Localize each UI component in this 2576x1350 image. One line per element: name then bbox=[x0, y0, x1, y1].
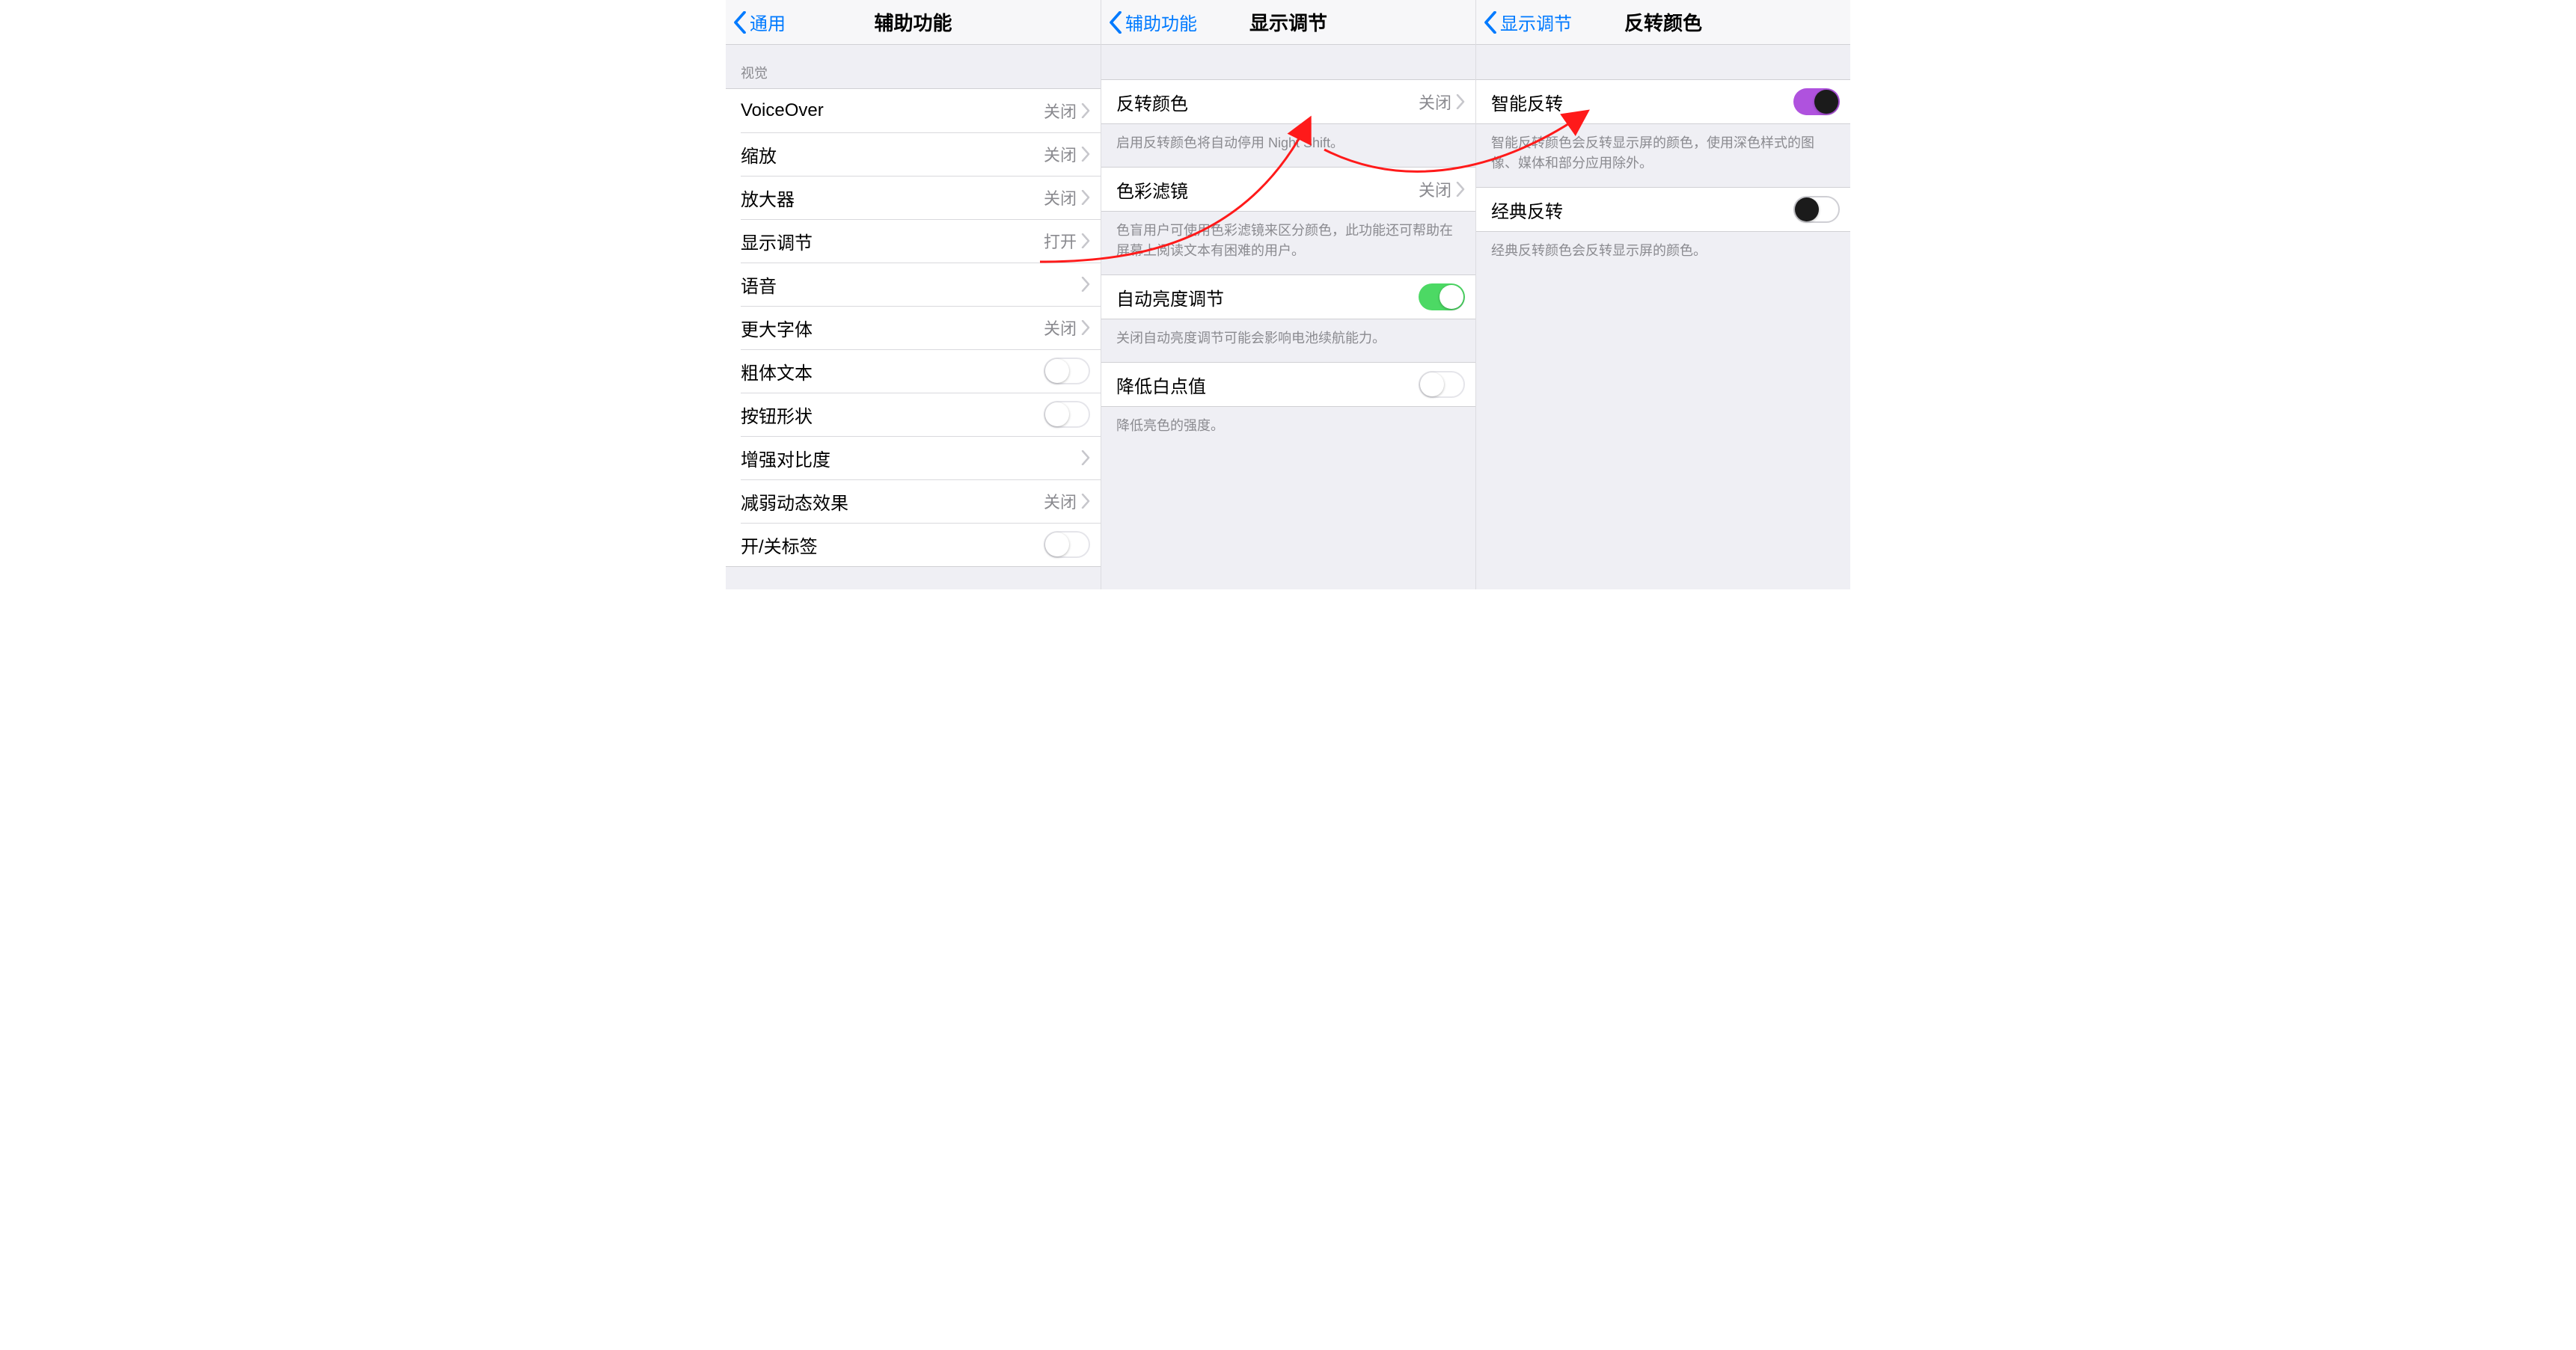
back-label: 显示调节 bbox=[1500, 9, 1572, 35]
settings-list: VoiceOver 关闭 缩放 关闭 放大器 关闭 显示调节 打开 bbox=[726, 88, 1101, 567]
chevron-right-icon bbox=[1081, 147, 1090, 162]
navbar: 显示调节 反转颜色 bbox=[1476, 0, 1850, 45]
row-label: 反转颜色 bbox=[1116, 89, 1188, 115]
row-value: 关闭 bbox=[1044, 99, 1077, 123]
row-smart-invert[interactable]: 智能反转 bbox=[1476, 80, 1850, 123]
back-label: 通用 bbox=[750, 9, 786, 35]
chevron-left-icon bbox=[1109, 11, 1122, 34]
row-classic-invert[interactable]: 经典反转 bbox=[1476, 188, 1850, 231]
row-label: 增强对比度 bbox=[741, 445, 830, 471]
row-label: 经典反转 bbox=[1491, 197, 1563, 223]
row-value: 关闭 bbox=[1044, 185, 1077, 209]
row-increase-contrast[interactable]: 增强对比度 bbox=[726, 436, 1101, 479]
row-onoff-labels[interactable]: 开/关标签 bbox=[726, 523, 1101, 566]
navbar: 辅助功能 显示调节 bbox=[1101, 0, 1475, 45]
row-label: 智能反转 bbox=[1491, 89, 1563, 115]
row-label: 降低白点值 bbox=[1116, 372, 1206, 398]
chevron-right-icon bbox=[1456, 94, 1465, 109]
row-voiceover[interactable]: VoiceOver 关闭 bbox=[726, 89, 1101, 132]
toggle-classic-invert[interactable] bbox=[1793, 196, 1840, 223]
chevron-right-icon bbox=[1081, 233, 1090, 248]
row-bold-text[interactable]: 粗体文本 bbox=[726, 349, 1101, 393]
row-value: 关闭 bbox=[1419, 177, 1451, 201]
back-button[interactable]: 辅助功能 bbox=[1101, 9, 1197, 35]
row-auto-brightness[interactable]: 自动亮度调节 bbox=[1101, 275, 1475, 319]
chevron-left-icon bbox=[1484, 11, 1497, 34]
toggle-bold-text[interactable] bbox=[1044, 358, 1090, 384]
row-value: 关闭 bbox=[1044, 489, 1077, 513]
chevron-left-icon bbox=[733, 11, 747, 34]
row-label: 开/关标签 bbox=[741, 532, 818, 558]
chevron-right-icon bbox=[1081, 320, 1090, 335]
row-magnifier[interactable]: 放大器 关闭 bbox=[726, 176, 1101, 219]
list: 智能反转 bbox=[1476, 79, 1850, 124]
list: 经典反转 bbox=[1476, 187, 1850, 232]
toggle-button-shapes[interactable] bbox=[1044, 401, 1090, 428]
row-larger-text[interactable]: 更大字体 关闭 bbox=[726, 306, 1101, 349]
footer-white-point: 降低亮色的强度。 bbox=[1101, 407, 1475, 450]
footer-classic-invert: 经典反转颜色会反转显示屏的颜色。 bbox=[1476, 232, 1850, 274]
list: 反转颜色 关闭 bbox=[1101, 79, 1475, 124]
footer-invert: 启用反转颜色将自动停用 Night Shift。 bbox=[1101, 124, 1475, 167]
row-label: 按钮形状 bbox=[741, 402, 813, 428]
footer-filters: 色盲用户可使用色彩滤镜来区分颜色，此功能还可帮助在屏幕上阅读文本有困难的用户。 bbox=[1101, 212, 1475, 274]
row-display-accommodations[interactable]: 显示调节 打开 bbox=[726, 219, 1101, 263]
row-label: 自动亮度调节 bbox=[1116, 284, 1224, 310]
footer-autobright: 关闭自动亮度调节可能会影响电池续航能力。 bbox=[1101, 319, 1475, 362]
list: 降低白点值 bbox=[1101, 362, 1475, 407]
pane-accessibility: 通用 辅助功能 视觉 VoiceOver 关闭 缩放 关闭 放大器 关闭 bbox=[726, 0, 1101, 589]
chevron-right-icon bbox=[1081, 494, 1090, 509]
row-speech[interactable]: 语音 bbox=[726, 263, 1101, 306]
row-label: 放大器 bbox=[741, 185, 795, 211]
back-button[interactable]: 通用 bbox=[726, 9, 786, 35]
row-label: 更大字体 bbox=[741, 315, 813, 341]
row-reduce-motion[interactable]: 减弱动态效果 关闭 bbox=[726, 479, 1101, 523]
chevron-right-icon bbox=[1081, 190, 1090, 205]
row-invert-colors[interactable]: 反转颜色 关闭 bbox=[1101, 80, 1475, 123]
group-header-vision: 视觉 bbox=[726, 45, 1101, 88]
pane-display-accommodations: 辅助功能 显示调节 反转颜色 关闭 启用反转颜色将自动停用 Night Shif… bbox=[1101, 0, 1475, 589]
chevron-right-icon bbox=[1456, 182, 1465, 197]
list: 色彩滤镜 关闭 bbox=[1101, 167, 1475, 212]
row-value: 关闭 bbox=[1044, 316, 1077, 340]
row-value: 关闭 bbox=[1419, 90, 1451, 114]
row-label: 粗体文本 bbox=[741, 358, 813, 384]
row-value: 打开 bbox=[1044, 229, 1077, 253]
row-color-filters[interactable]: 色彩滤镜 关闭 bbox=[1101, 168, 1475, 211]
footer-smart-invert: 智能反转颜色会反转显示屏的颜色，使用深色样式的图像、媒体和部分应用除外。 bbox=[1476, 124, 1850, 187]
row-label: 缩放 bbox=[741, 141, 777, 168]
row-zoom[interactable]: 缩放 关闭 bbox=[726, 132, 1101, 176]
list: 自动亮度调节 bbox=[1101, 274, 1475, 319]
toggle-onoff-labels[interactable] bbox=[1044, 531, 1090, 558]
pane-invert-colors: 显示调节 反转颜色 智能反转 智能反转颜色会反转显示屏的颜色，使用深色样式的图像… bbox=[1475, 0, 1850, 589]
row-button-shapes[interactable]: 按钮形状 bbox=[726, 393, 1101, 436]
row-label: 语音 bbox=[741, 271, 777, 298]
row-label: 色彩滤镜 bbox=[1116, 177, 1188, 203]
navbar: 通用 辅助功能 bbox=[726, 0, 1101, 45]
row-label: VoiceOver bbox=[741, 100, 824, 121]
chevron-right-icon bbox=[1081, 450, 1090, 465]
chevron-right-icon bbox=[1081, 103, 1090, 118]
row-label: 减弱动态效果 bbox=[741, 488, 848, 515]
chevron-right-icon bbox=[1081, 277, 1090, 292]
row-label: 显示调节 bbox=[741, 228, 813, 254]
toggle-smart-invert[interactable] bbox=[1793, 88, 1840, 115]
row-reduce-white-point[interactable]: 降低白点值 bbox=[1101, 363, 1475, 406]
row-value: 关闭 bbox=[1044, 142, 1077, 166]
toggle-auto-brightness[interactable] bbox=[1419, 283, 1465, 310]
back-label: 辅助功能 bbox=[1125, 9, 1197, 35]
back-button[interactable]: 显示调节 bbox=[1476, 9, 1572, 35]
toggle-reduce-white-point[interactable] bbox=[1419, 371, 1465, 398]
